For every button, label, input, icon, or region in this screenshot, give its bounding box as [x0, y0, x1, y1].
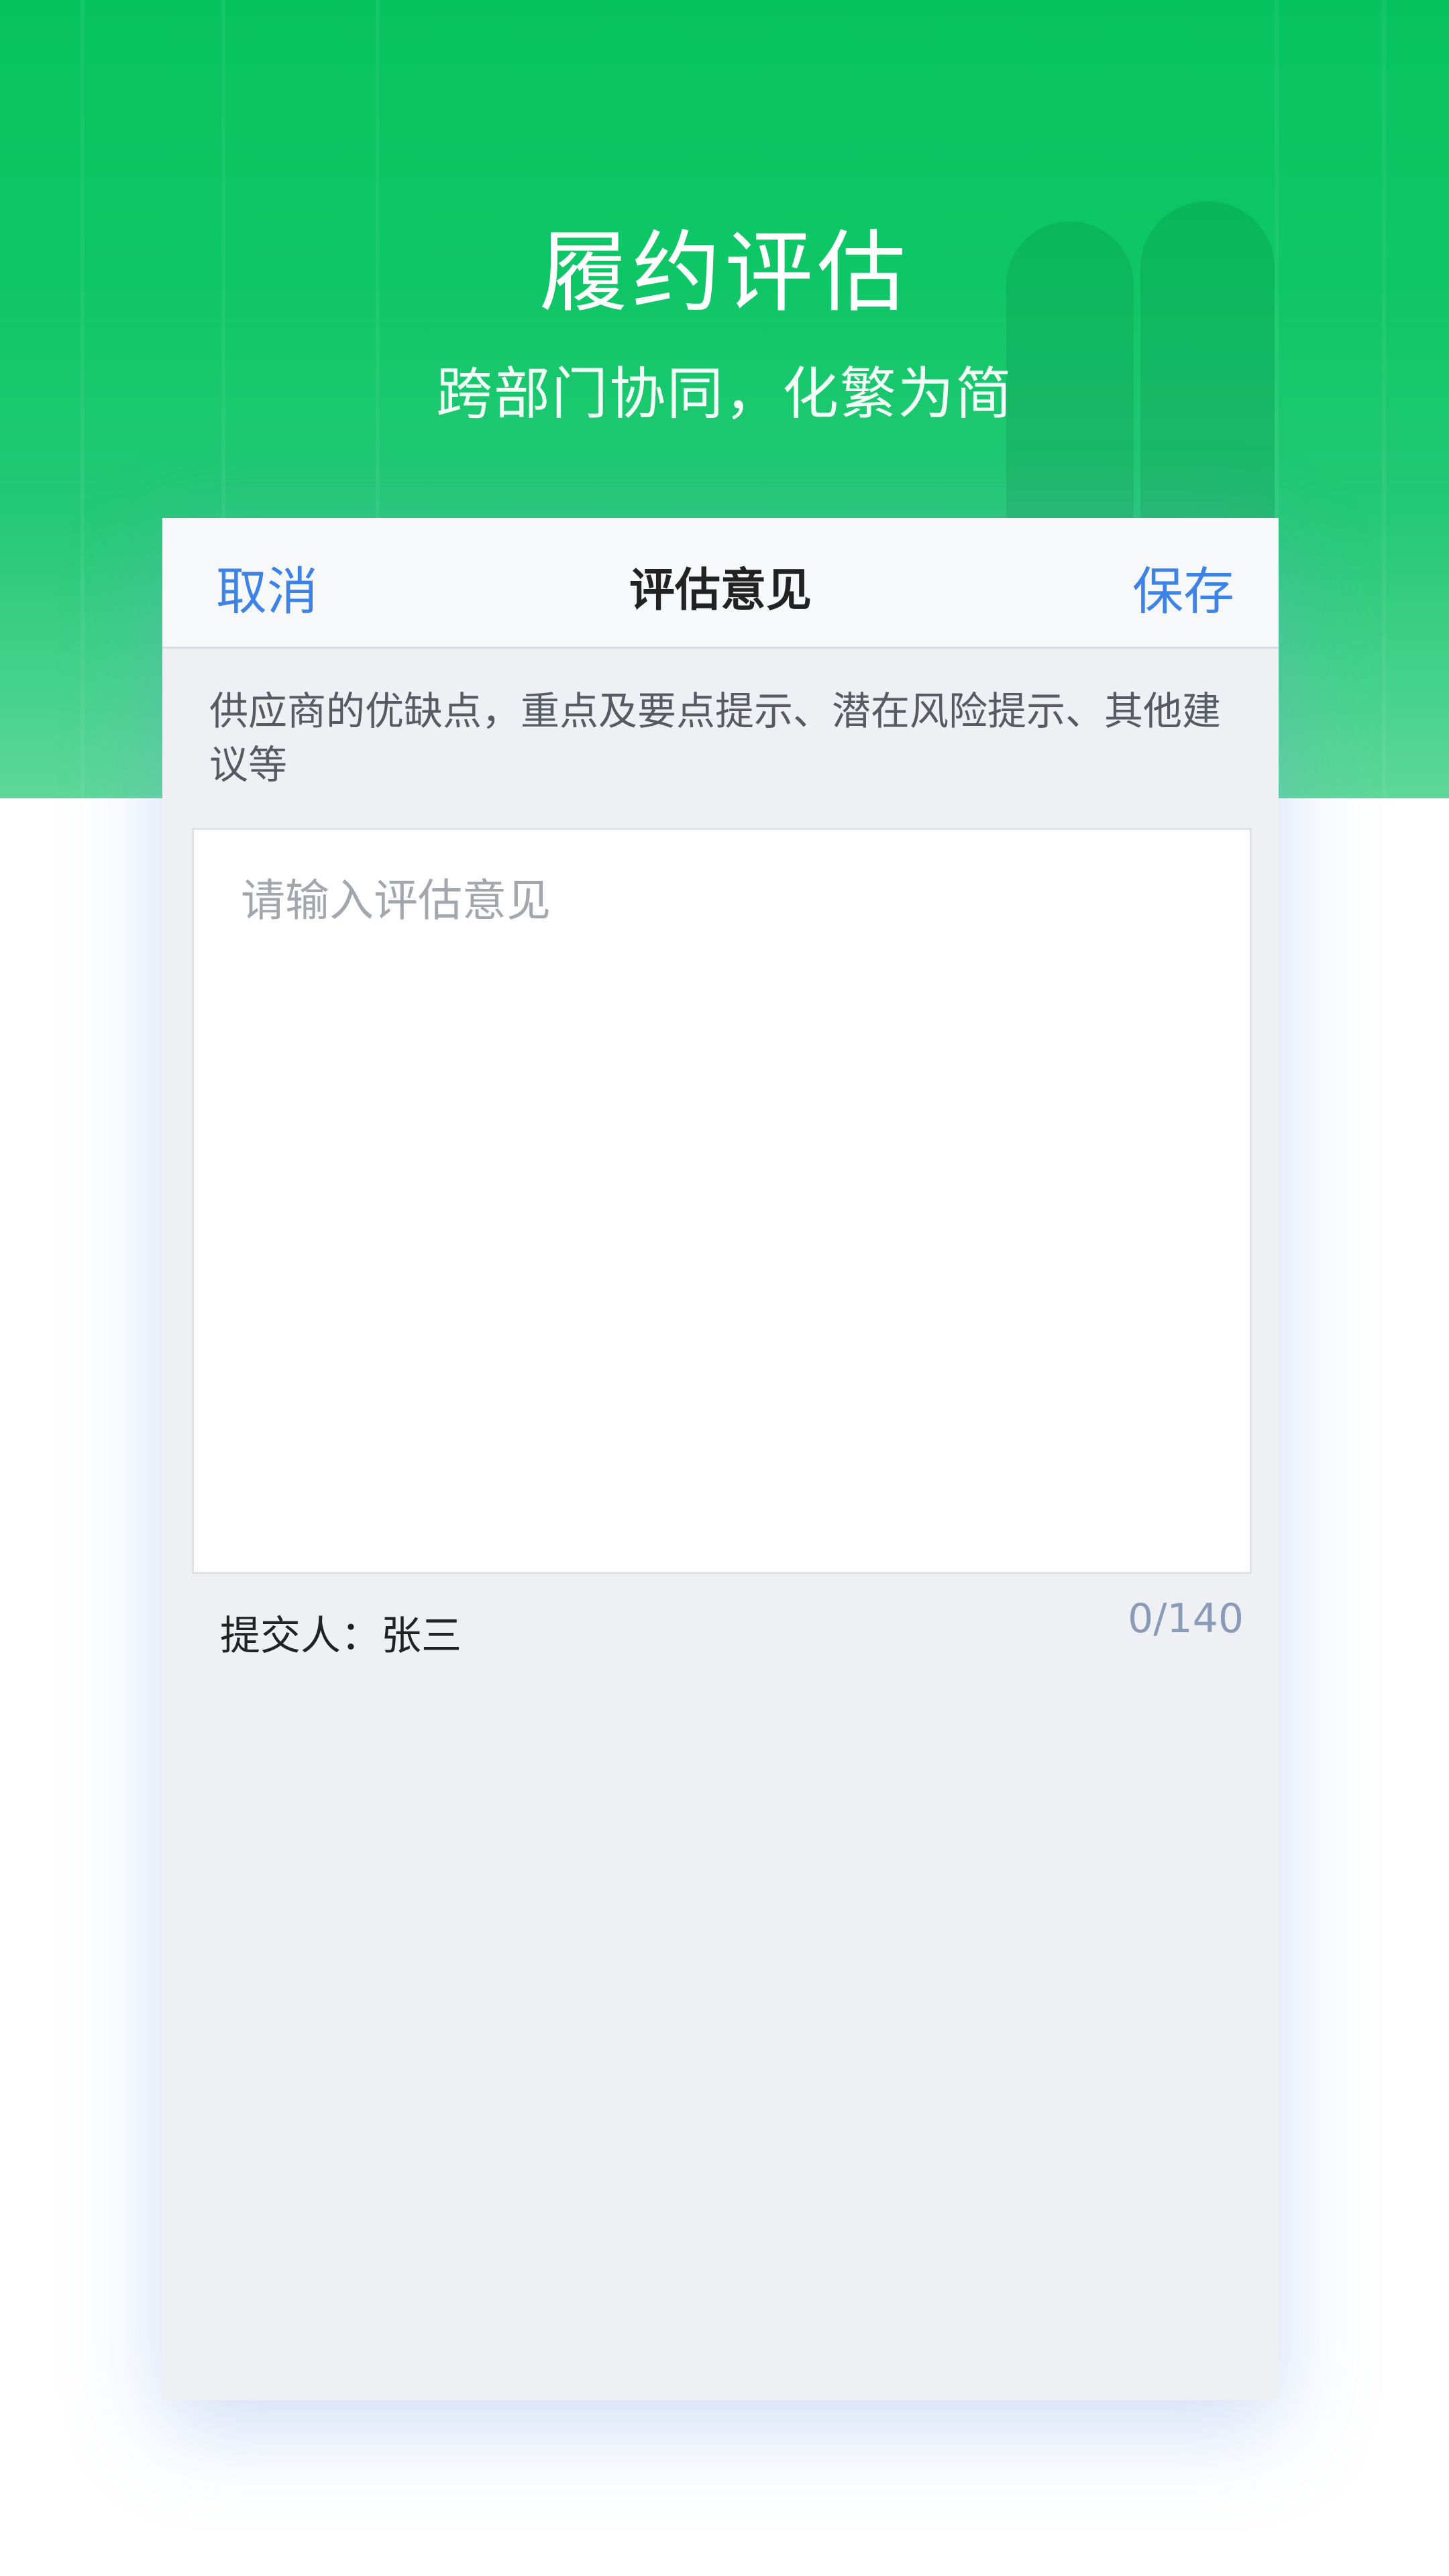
hero-subtitle: 跨部门协同，化繁为简 — [435, 361, 1013, 427]
page-title: 评估意见 — [629, 564, 812, 617]
submitter-label: 提交人：张三 — [220, 1613, 462, 1660]
save-button[interactable]: 保存 — [1132, 550, 1234, 624]
opinion-input-container — [192, 828, 1252, 1574]
hero-title: 履约评估 — [539, 221, 910, 325]
character-counter: 0/140 — [1128, 1595, 1244, 1642]
instruction-text: 供应商的优缺点，重点及要点提示、潜在风险提示、其他建议等 — [209, 688, 1222, 788]
evaluation-card: 取消 评估意见 保存 供应商的优缺点，重点及要点提示、潜在风险提示、其他建议等 … — [162, 518, 1279, 2400]
app-screen: 履约评估 跨部门协同，化繁为简 取消 评估意见 保存 供应商的优缺点，重点及要点… — [0, 0, 1449, 2576]
opinion-input[interactable] — [194, 830, 1250, 1572]
nav-bar: 取消 评估意见 保存 — [162, 518, 1279, 649]
